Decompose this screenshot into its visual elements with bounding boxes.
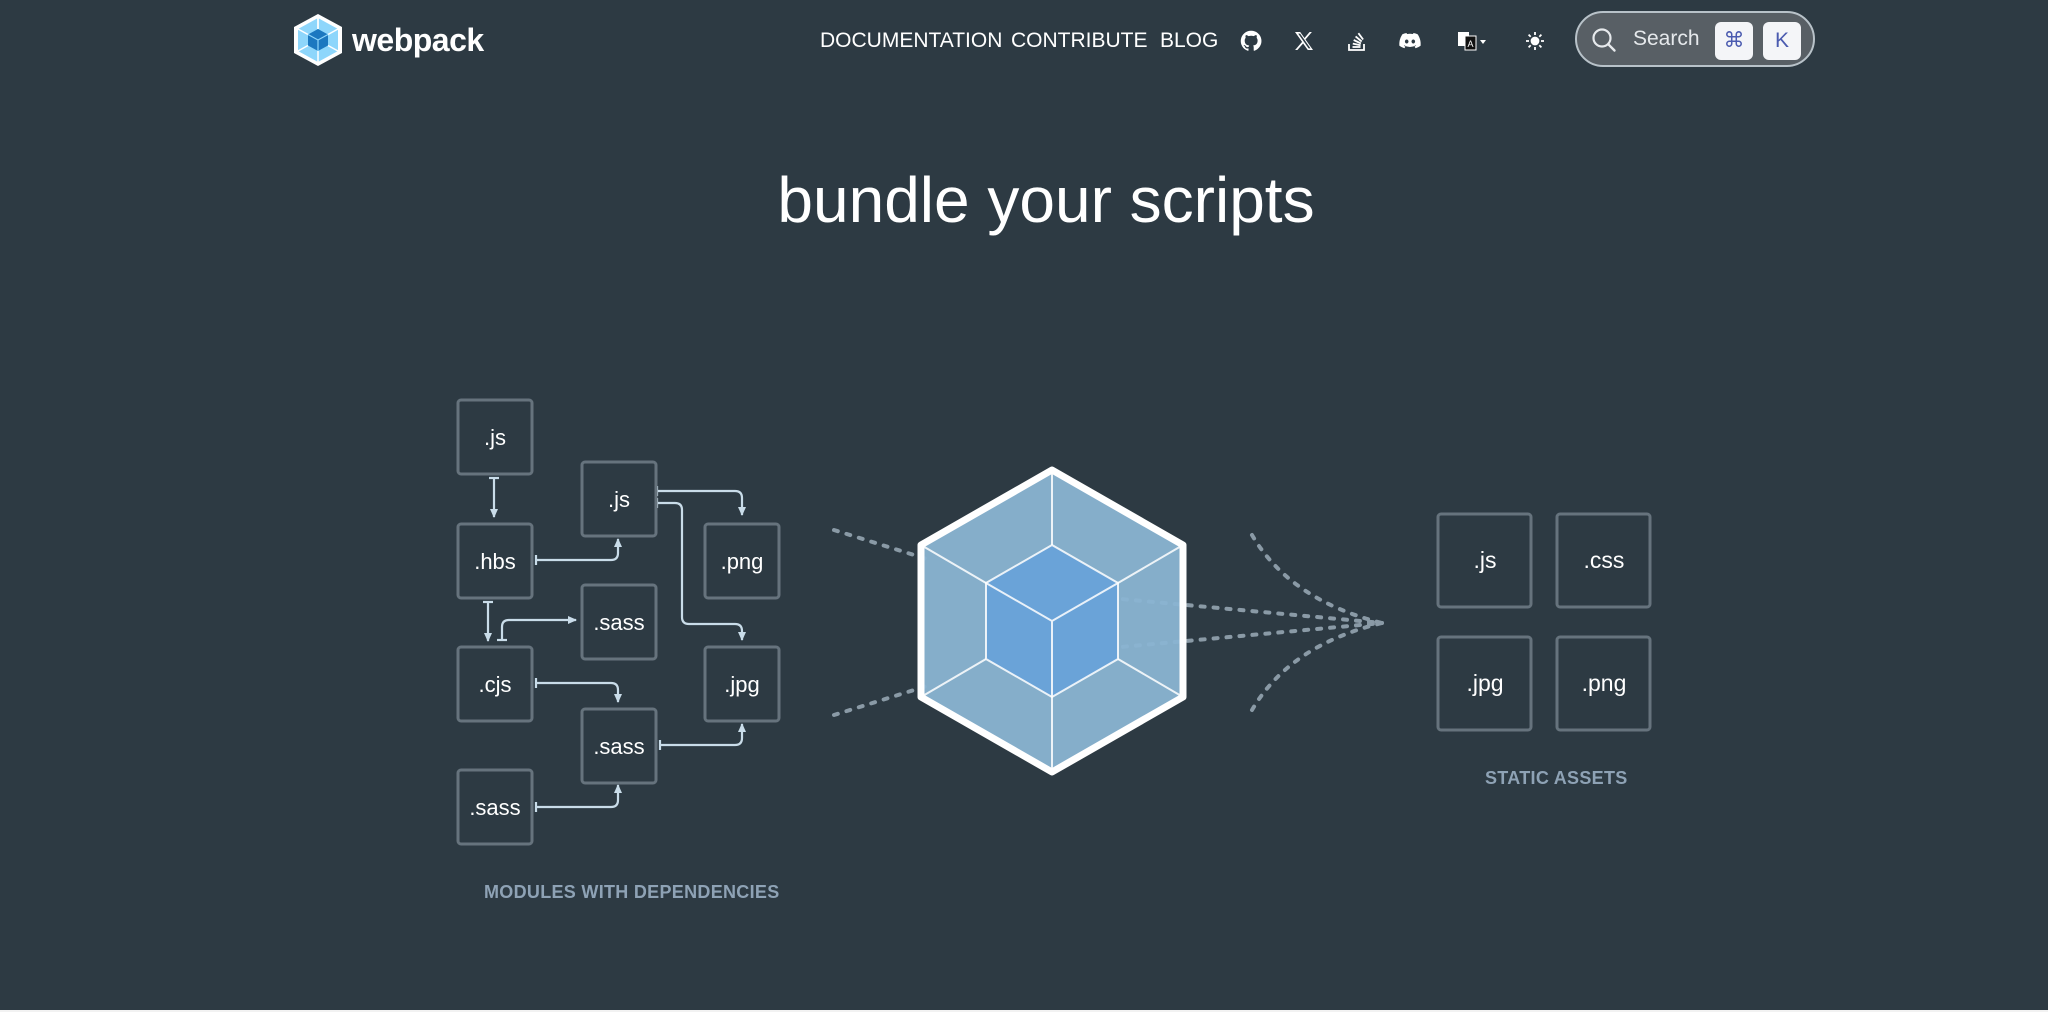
asset-label: .js	[1474, 547, 1497, 573]
modules-caption: MODULES WITH DEPENDENCIES	[484, 882, 780, 902]
assets-caption: STATIC ASSETS	[1485, 768, 1628, 788]
module-label: .hbs	[474, 549, 516, 574]
webpack-cube	[917, 466, 1187, 776]
asset-label: .jpg	[1466, 670, 1503, 696]
page: webpack DOCUMENTATION CONTRIBUTE BLOG A	[0, 0, 2048, 1012]
module-label: .js	[608, 487, 630, 512]
module-label: .js	[484, 425, 506, 450]
module-label: .png	[721, 549, 764, 574]
module-label: .jpg	[724, 672, 759, 697]
bundle-diagram: .js .hbs .cjs .sass .js .sass .sass .png…	[456, 398, 1652, 846]
asset-label: .css	[1584, 547, 1625, 573]
module-label: .sass	[469, 795, 520, 820]
asset-label: .png	[1582, 670, 1627, 696]
module-label: .sass	[593, 734, 644, 759]
module-label: .sass	[593, 610, 644, 635]
module-label: .cjs	[479, 672, 512, 697]
